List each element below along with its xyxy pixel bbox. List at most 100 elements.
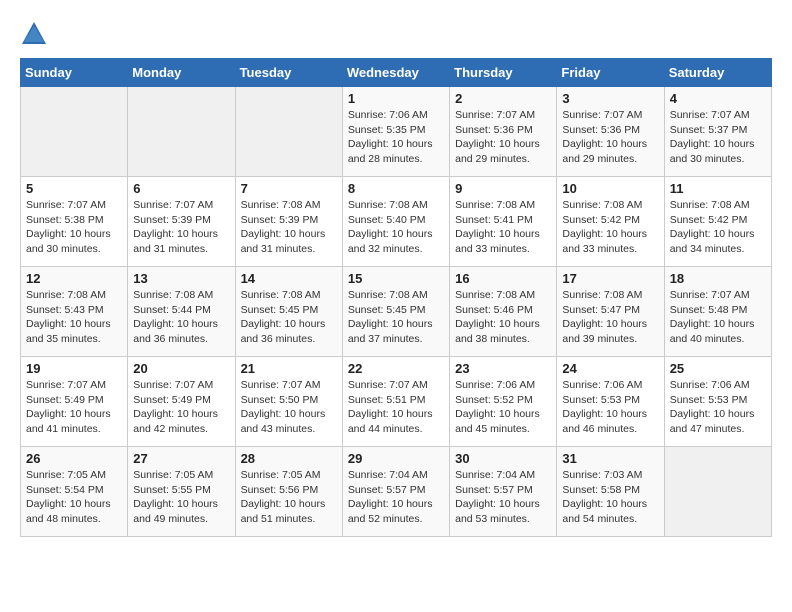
calendar-cell: 8 Sunrise: 7:08 AMSunset: 5:40 PMDaylight…: [342, 177, 449, 267]
calendar-cell: [128, 87, 235, 177]
calendar-header: SundayMondayTuesdayWednesdayThursdayFrid…: [21, 59, 772, 87]
day-number: 20: [133, 361, 229, 376]
calendar-cell: 14 Sunrise: 7:08 AMSunset: 5:45 PMDayligh…: [235, 267, 342, 357]
day-info: Sunrise: 7:08 AMSunset: 5:43 PMDaylight:…: [26, 288, 122, 347]
calendar-cell: 16 Sunrise: 7:08 AMSunset: 5:46 PMDayligh…: [450, 267, 557, 357]
calendar-cell: 21Sunrise: 7:07 AMSunset: 5:50 PMDayligh…: [235, 357, 342, 447]
day-info: Sunrise: 7:07 AMSunset: 5:49 PMDaylight:…: [133, 378, 229, 437]
day-info: Sunrise: 7:07 AMSunset: 5:36 PMDaylight:…: [562, 108, 658, 167]
calendar-cell: 9 Sunrise: 7:08 AMSunset: 5:41 PMDaylight…: [450, 177, 557, 267]
calendar-cell: 29 Sunrise: 7:04 AMSunset: 5:57 PMDayligh…: [342, 447, 449, 537]
calendar-cell: 1 Sunrise: 7:06 AMSunset: 5:35 PMDaylight…: [342, 87, 449, 177]
calendar-week-row: 1 Sunrise: 7:06 AMSunset: 5:35 PMDaylight…: [21, 87, 772, 177]
day-number: 12: [26, 271, 122, 286]
header-day: Tuesday: [235, 59, 342, 87]
day-number: 1: [348, 91, 444, 106]
calendar-cell: 17 Sunrise: 7:08 AMSunset: 5:47 PMDayligh…: [557, 267, 664, 357]
day-number: 24: [562, 361, 658, 376]
day-number: 15: [348, 271, 444, 286]
calendar-week-row: 5 Sunrise: 7:07 AMSunset: 5:38 PMDaylight…: [21, 177, 772, 267]
day-info: Sunrise: 7:08 AMSunset: 5:46 PMDaylight:…: [455, 288, 551, 347]
day-info: Sunrise: 7:08 AMSunset: 5:40 PMDaylight:…: [348, 198, 444, 257]
day-number: 4: [670, 91, 766, 106]
day-info: Sunrise: 7:06 AMSunset: 5:53 PMDaylight:…: [670, 378, 766, 437]
calendar-cell: 7 Sunrise: 7:08 AMSunset: 5:39 PMDaylight…: [235, 177, 342, 267]
day-info: Sunrise: 7:06 AMSunset: 5:52 PMDaylight:…: [455, 378, 551, 437]
day-number: 23: [455, 361, 551, 376]
calendar-cell: [664, 447, 771, 537]
day-number: 27: [133, 451, 229, 466]
calendar-cell: 12 Sunrise: 7:08 AMSunset: 5:43 PMDayligh…: [21, 267, 128, 357]
calendar-cell: 27 Sunrise: 7:05 AMSunset: 5:55 PMDayligh…: [128, 447, 235, 537]
calendar-cell: 5 Sunrise: 7:07 AMSunset: 5:38 PMDaylight…: [21, 177, 128, 267]
day-info: Sunrise: 7:07 AMSunset: 5:37 PMDaylight:…: [670, 108, 766, 167]
calendar-cell: 20 Sunrise: 7:07 AMSunset: 5:49 PMDayligh…: [128, 357, 235, 447]
day-number: 3: [562, 91, 658, 106]
day-number: 19: [26, 361, 122, 376]
day-number: 17: [562, 271, 658, 286]
day-info: Sunrise: 7:05 AMSunset: 5:54 PMDaylight:…: [26, 468, 122, 527]
calendar-cell: 22 Sunrise: 7:07 AMSunset: 5:51 PMDayligh…: [342, 357, 449, 447]
day-info: Sunrise: 7:08 AMSunset: 5:41 PMDaylight:…: [455, 198, 551, 257]
day-number: 16: [455, 271, 551, 286]
calendar-cell: 3 Sunrise: 7:07 AMSunset: 5:36 PMDaylight…: [557, 87, 664, 177]
calendar-cell: 18Sunrise: 7:07 AMSunset: 5:48 PMDayligh…: [664, 267, 771, 357]
day-number: 8: [348, 181, 444, 196]
day-number: 9: [455, 181, 551, 196]
day-info: Sunrise: 7:07 AMSunset: 5:39 PMDaylight:…: [133, 198, 229, 257]
day-number: 6: [133, 181, 229, 196]
day-info: Sunrise: 7:08 AMSunset: 5:45 PMDaylight:…: [348, 288, 444, 347]
day-number: 28: [241, 451, 337, 466]
day-number: 14: [241, 271, 337, 286]
calendar-cell: 28 Sunrise: 7:05 AMSunset: 5:56 PMDayligh…: [235, 447, 342, 537]
header-day: Monday: [128, 59, 235, 87]
day-info: Sunrise: 7:08 AMSunset: 5:47 PMDaylight:…: [562, 288, 658, 347]
day-info: Sunrise: 7:04 AMSunset: 5:57 PMDaylight:…: [455, 468, 551, 527]
calendar-cell: [21, 87, 128, 177]
day-info: Sunrise: 7:05 AMSunset: 5:55 PMDaylight:…: [133, 468, 229, 527]
day-number: 11: [670, 181, 766, 196]
calendar-cell: 19 Sunrise: 7:07 AMSunset: 5:49 PMDayligh…: [21, 357, 128, 447]
day-number: 2: [455, 91, 551, 106]
header-day: Friday: [557, 59, 664, 87]
day-info: Sunrise: 7:07 AMSunset: 5:49 PMDaylight:…: [26, 378, 122, 437]
day-info: Sunrise: 7:08 AMSunset: 5:45 PMDaylight:…: [241, 288, 337, 347]
day-number: 25: [670, 361, 766, 376]
calendar-cell: 4 Sunrise: 7:07 AMSunset: 5:37 PMDaylight…: [664, 87, 771, 177]
day-number: 5: [26, 181, 122, 196]
page-header: [20, 20, 772, 48]
day-info: Sunrise: 7:04 AMSunset: 5:57 PMDaylight:…: [348, 468, 444, 527]
day-number: 29: [348, 451, 444, 466]
logo-icon: [20, 20, 48, 48]
day-info: Sunrise: 7:03 AMSunset: 5:58 PMDaylight:…: [562, 468, 658, 527]
day-number: 7: [241, 181, 337, 196]
day-info: Sunrise: 7:08 AMSunset: 5:44 PMDaylight:…: [133, 288, 229, 347]
calendar-cell: 11Sunrise: 7:08 AMSunset: 5:42 PMDayligh…: [664, 177, 771, 267]
calendar-week-row: 19 Sunrise: 7:07 AMSunset: 5:49 PMDayligh…: [21, 357, 772, 447]
day-number: 13: [133, 271, 229, 286]
day-info: Sunrise: 7:07 AMSunset: 5:38 PMDaylight:…: [26, 198, 122, 257]
calendar-cell: 13 Sunrise: 7:08 AMSunset: 5:44 PMDayligh…: [128, 267, 235, 357]
header-day: Saturday: [664, 59, 771, 87]
day-info: Sunrise: 7:06 AMSunset: 5:53 PMDaylight:…: [562, 378, 658, 437]
calendar-week-row: 26 Sunrise: 7:05 AMSunset: 5:54 PMDayligh…: [21, 447, 772, 537]
day-number: 30: [455, 451, 551, 466]
calendar-cell: 23 Sunrise: 7:06 AMSunset: 5:52 PMDayligh…: [450, 357, 557, 447]
day-info: Sunrise: 7:05 AMSunset: 5:56 PMDaylight:…: [241, 468, 337, 527]
day-number: 26: [26, 451, 122, 466]
day-info: Sunrise: 7:06 AMSunset: 5:35 PMDaylight:…: [348, 108, 444, 167]
day-info: Sunrise: 7:07 AMSunset: 5:51 PMDaylight:…: [348, 378, 444, 437]
day-number: 10: [562, 181, 658, 196]
day-info: Sunrise: 7:08 AMSunset: 5:42 PMDaylight:…: [562, 198, 658, 257]
day-number: 22: [348, 361, 444, 376]
calendar-cell: 30 Sunrise: 7:04 AMSunset: 5:57 PMDayligh…: [450, 447, 557, 537]
day-info: Sunrise: 7:07 AMSunset: 5:36 PMDaylight:…: [455, 108, 551, 167]
day-info: Sunrise: 7:07 AMSunset: 5:50 PMDaylight:…: [241, 378, 337, 437]
logo: [20, 20, 52, 48]
header-day: Thursday: [450, 59, 557, 87]
day-info: Sunrise: 7:08 AMSunset: 5:39 PMDaylight:…: [241, 198, 337, 257]
calendar-table: SundayMondayTuesdayWednesdayThursdayFrid…: [20, 58, 772, 537]
calendar-cell: [235, 87, 342, 177]
header-day: Sunday: [21, 59, 128, 87]
calendar-cell: 6 Sunrise: 7:07 AMSunset: 5:39 PMDaylight…: [128, 177, 235, 267]
